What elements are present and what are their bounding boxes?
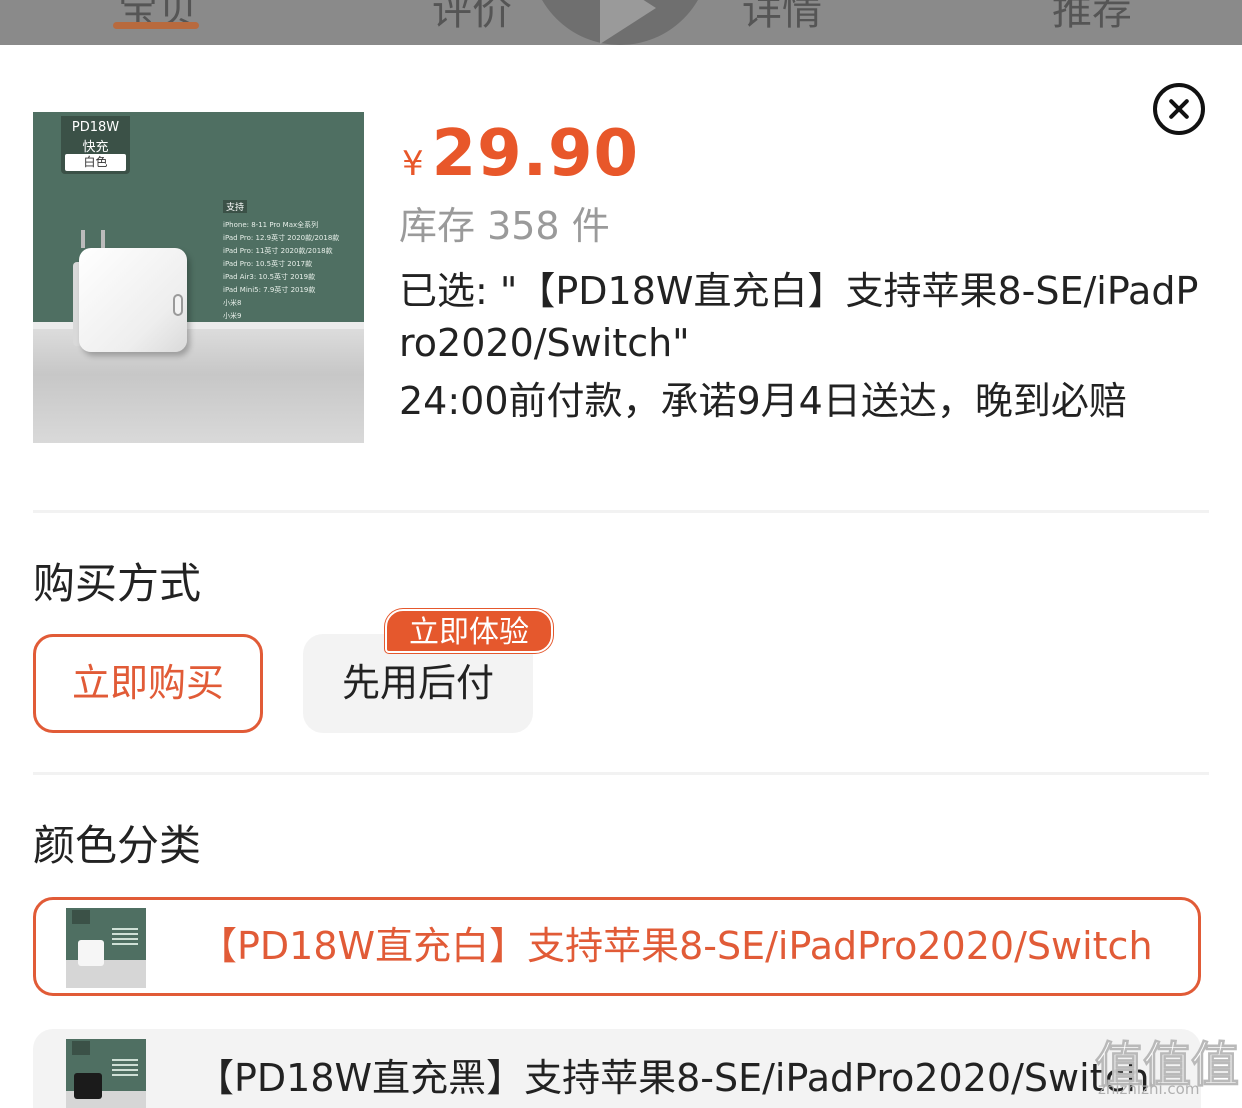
- thumb-tag-color: 白色: [65, 154, 126, 171]
- sku-thumbnail: [66, 908, 146, 988]
- divider: [33, 772, 1209, 775]
- currency-symbol: ¥: [402, 144, 424, 184]
- thumb-support-line: iPad Pro: 10.5英寸 2017款: [223, 260, 313, 268]
- divider: [33, 510, 1209, 513]
- active-tab-indicator: [113, 22, 199, 29]
- thumb-support-line: 小米9: [223, 312, 242, 320]
- mini-tag: [72, 1041, 90, 1055]
- sku-thumbnail: [66, 1039, 146, 1108]
- mini-tag: [72, 910, 90, 924]
- thumb-support-line: iPad Mini5: 7.9英寸 2019款: [223, 286, 316, 294]
- sku-option-black[interactable]: 【PD18W直充黑】支持苹果8-SE/iPadPro2020/Switch: [33, 1029, 1201, 1108]
- purchase-method-title: 购买方式: [33, 559, 202, 608]
- product-thumbnail[interactable]: PD18W 快充 白色 支持 iPhone: 8-11 Pro Max全系列 i…: [33, 112, 364, 443]
- price-value: 29.90: [431, 117, 640, 191]
- sku-label: 【PD18W直充白】支持苹果8-SE/iPadPro2020/Switch: [199, 924, 1153, 968]
- stock-count: 库存 358 件: [399, 204, 610, 248]
- thumb-support-title: 支持: [223, 200, 248, 213]
- thumb-support-line: 小米8: [223, 299, 242, 307]
- thumb-support-line: iPhone: 8-11 Pro Max全系列: [223, 221, 319, 229]
- charger-prong: [81, 230, 85, 248]
- sku-selection-sheet: PD18W 快充 白色 支持 iPhone: 8-11 Pro Max全系列 i…: [0, 45, 1242, 1108]
- usb-c-port: [173, 294, 183, 316]
- tab-details[interactable]: 详情: [742, 0, 822, 36]
- mini-black-charger: [74, 1073, 102, 1099]
- tab-recommend[interactable]: 推荐: [1052, 0, 1132, 36]
- thumb-support-line: iPad Pro: 11英寸 2020款/2018款: [223, 247, 333, 255]
- thumb-tag-title: PD18W: [71, 120, 120, 135]
- thumb-spec-tag: PD18W 快充 白色: [61, 116, 130, 174]
- charger-prong: [101, 230, 105, 248]
- thumb-support-line: iPad Pro: 12.9英寸 2020款/2018款: [223, 234, 340, 242]
- try-now-badge: 立即体验: [385, 609, 553, 653]
- color-category-title: 颜色分类: [33, 821, 202, 870]
- buy-now-option[interactable]: 立即购买: [33, 634, 263, 733]
- site-watermark-url: zhizhizhi.com: [1098, 1080, 1200, 1098]
- mini-white-charger: [78, 940, 104, 966]
- sku-option-white[interactable]: 【PD18W直充白】支持苹果8-SE/iPadPro2020/Switch: [33, 897, 1201, 996]
- thumb-support-line: iPad Air3: 10.5英寸 2019款: [223, 273, 316, 281]
- charger-body: [79, 248, 187, 352]
- selected-sku-text: 已选: "【PD18W直充白】支持苹果8-SE/iPadPro2020/Swit…: [399, 269, 1199, 365]
- price: ¥29.90: [402, 117, 639, 191]
- delivery-promise: 24:00前付款，承诺9月4日送达，晚到必赔: [399, 379, 1127, 423]
- top-tab-bar: 宝贝 评价 详情 推荐: [0, 0, 1242, 45]
- mini-text-lines: [112, 1059, 138, 1061]
- tab-item[interactable]: 宝贝: [118, 0, 198, 36]
- sku-label: 【PD18W直充黑】支持苹果8-SE/iPadPro2020/Switch: [196, 1056, 1150, 1100]
- play-icon: [600, 0, 656, 44]
- tab-reviews[interactable]: 评价: [432, 0, 512, 36]
- thumb-tag-subtitle: 快充: [82, 140, 109, 155]
- close-icon[interactable]: [1153, 83, 1205, 135]
- mini-text-lines: [112, 928, 138, 930]
